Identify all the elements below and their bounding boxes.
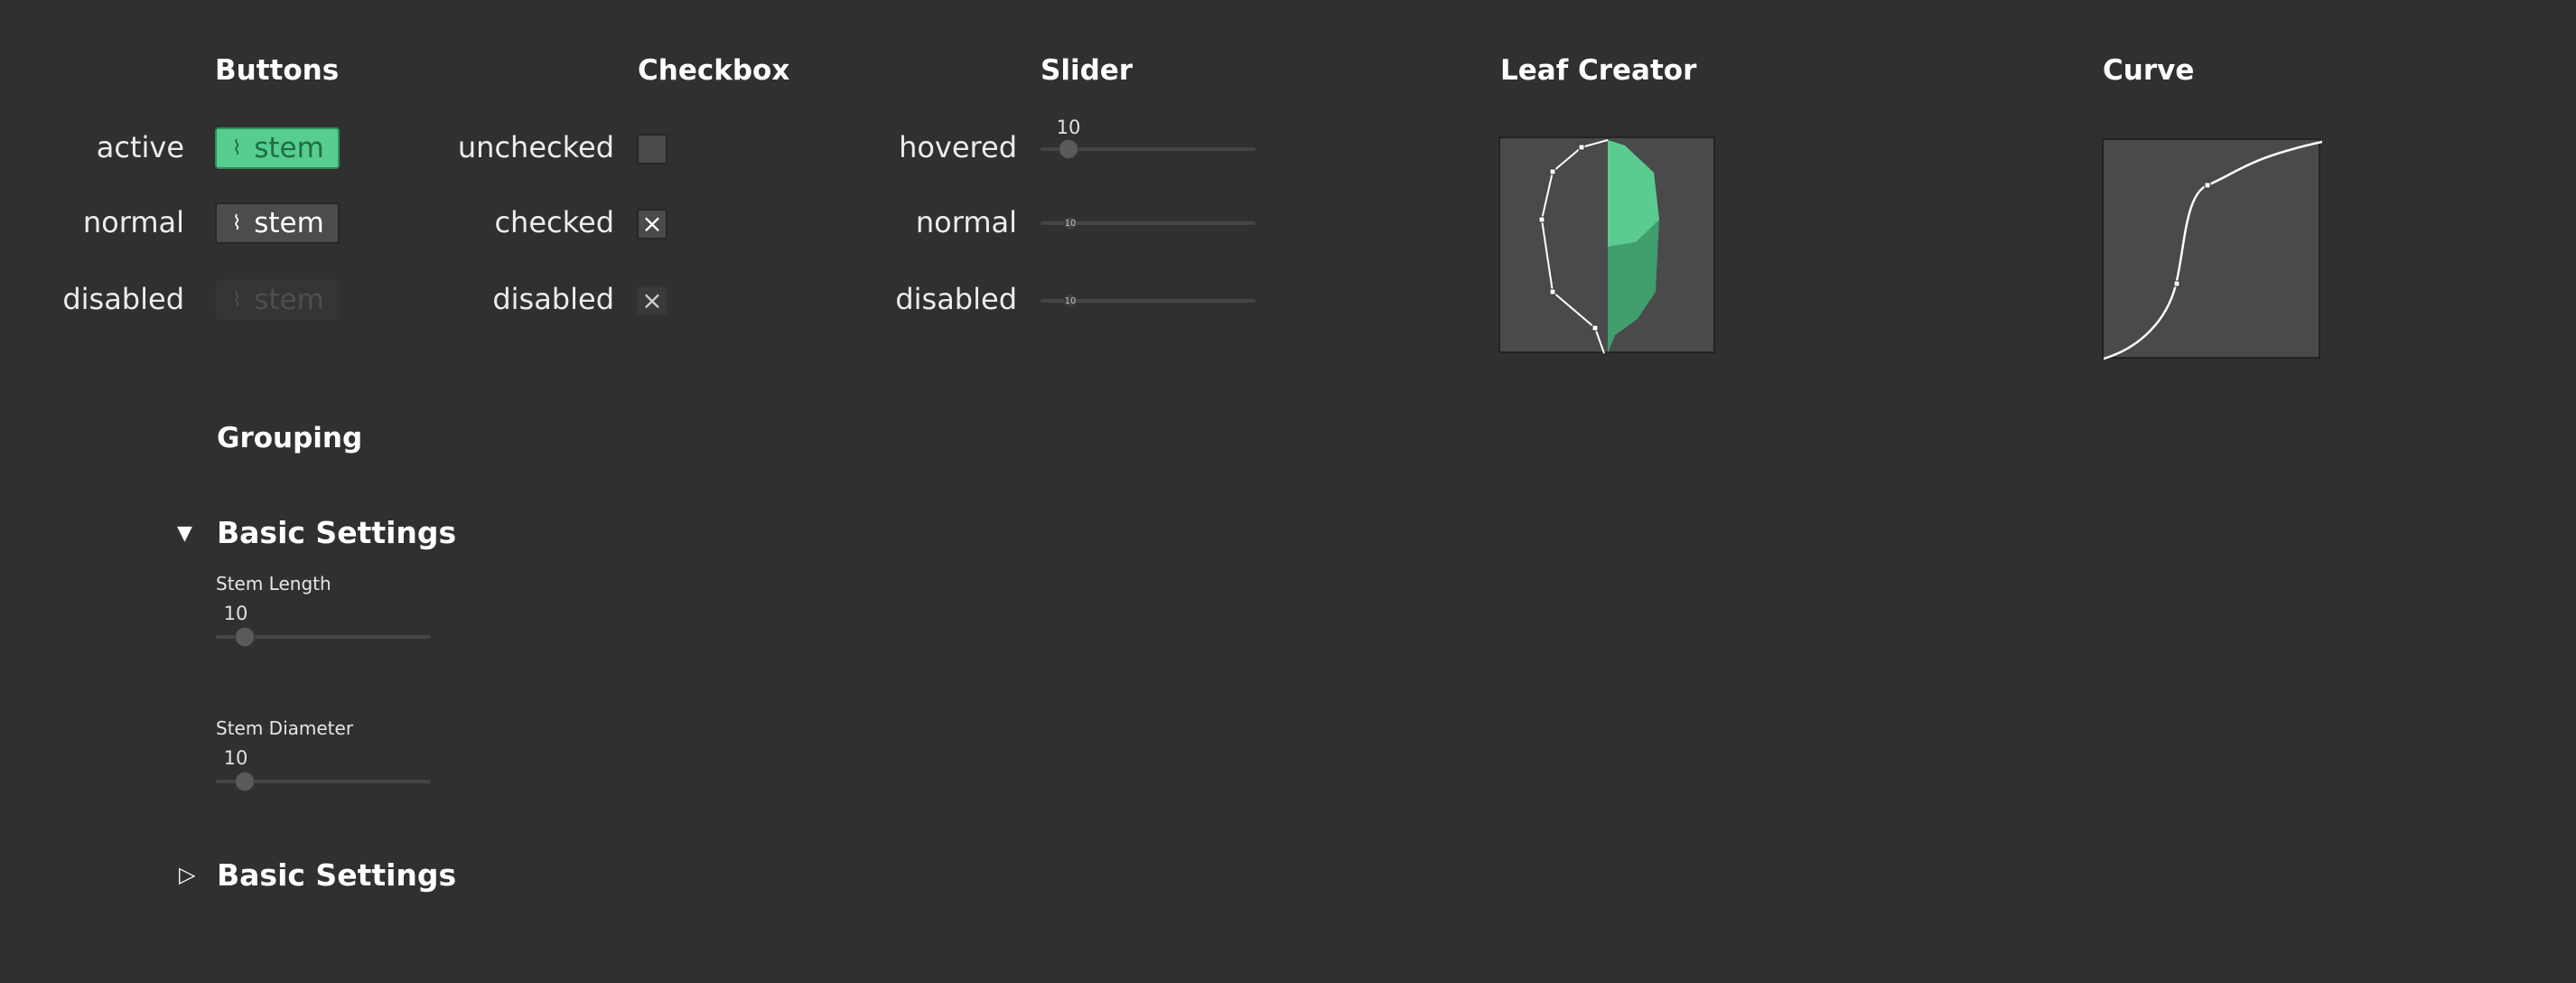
checkbox-unchecked[interactable] [637,134,667,164]
stem-length-label: Stem Length [216,573,331,594]
leaf-shape-editor[interactable] [1500,138,1717,355]
control-point [1538,216,1545,223]
stem-button-disabled: ⌇ stem [215,279,340,321]
control-point [1549,288,1556,295]
slider-value-label: 10 [1056,117,1081,138]
slider-value-label: 10 [223,747,248,769]
checkbox-state-label-disabled: disabled [492,282,614,316]
slider-thumb[interactable] [235,627,255,647]
stem-diameter-label: Stem Diameter [216,717,354,739]
stem-button-normal[interactable]: ⌇ stem [215,202,340,244]
leaf-creator-canvas[interactable] [1498,136,1717,355]
stem-button-active[interactable]: ⌇ stem [215,127,340,169]
slider-state-label-normal: normal [915,205,1017,239]
slider-normal[interactable]: 10 [1041,205,1255,241]
curve-path [2104,140,2322,360]
button-state-label-active: active [96,130,184,164]
checkmark-icon: × [641,286,663,315]
control-point [1549,168,1556,175]
stem-icon: ⌇ [231,211,242,235]
slider-disabled: 10 [1041,283,1255,319]
buttons-heading: Buttons [215,54,340,87]
stem-icon: ⌇ [231,288,242,312]
control-point [1578,144,1585,151]
widget-gallery: Buttons Checkbox Slider Leaf Creator Cur… [0,0,2576,983]
stem-diameter-slider[interactable]: 10 [216,747,431,800]
slider-thumb: 10 [1064,295,1077,307]
curve-control-point [2204,182,2211,189]
slider-state-label-hovered: hovered [899,130,1017,164]
slider-state-label-disabled: disabled [895,282,1017,316]
checkbox-checked[interactable]: × [637,209,667,239]
checkbox-disabled: × [637,286,667,316]
collapse-triangle-icon[interactable]: ▷ [179,862,195,887]
stem-length-slider[interactable]: 10 [216,603,431,655]
slider-hovered[interactable]: 10 [1041,117,1255,167]
checkbox-state-label-unchecked: unchecked [457,130,614,164]
stem-button-label: stem [254,284,324,316]
leaf-creator-heading: Leaf Creator [1500,54,1697,87]
stem-button-label: stem [254,207,324,239]
slider-thumb[interactable] [235,772,255,791]
stem-button-label: stem [254,132,324,164]
curve-graph[interactable] [2104,140,2322,360]
curve-editor-canvas[interactable] [2102,138,2322,360]
group-title-expanded[interactable]: Basic Settings [217,515,456,550]
expand-triangle-icon[interactable]: ▼ [177,522,192,545]
stem-icon: ⌇ [231,136,242,160]
slider-value-label: 10 [1064,218,1077,229]
grouping-heading: Grouping [217,422,363,454]
control-point [1591,324,1599,332]
curve-control-point [2173,280,2180,287]
button-state-label-normal: normal [82,205,184,239]
checkmark-icon: × [641,209,663,239]
slider-heading: Slider [1041,54,1134,87]
checkbox-heading: Checkbox [638,54,790,87]
button-state-label-disabled: disabled [62,282,184,316]
checkbox-state-label-checked: checked [494,205,614,239]
slider-value-label: 10 [1064,295,1077,306]
slider-thumb[interactable]: 10 [1064,217,1077,229]
slider-thumb[interactable] [1059,139,1078,159]
slider-value-label: 10 [223,603,248,624]
group-title-collapsed[interactable]: Basic Settings [217,857,456,893]
curve-heading: Curve [2103,54,2195,87]
